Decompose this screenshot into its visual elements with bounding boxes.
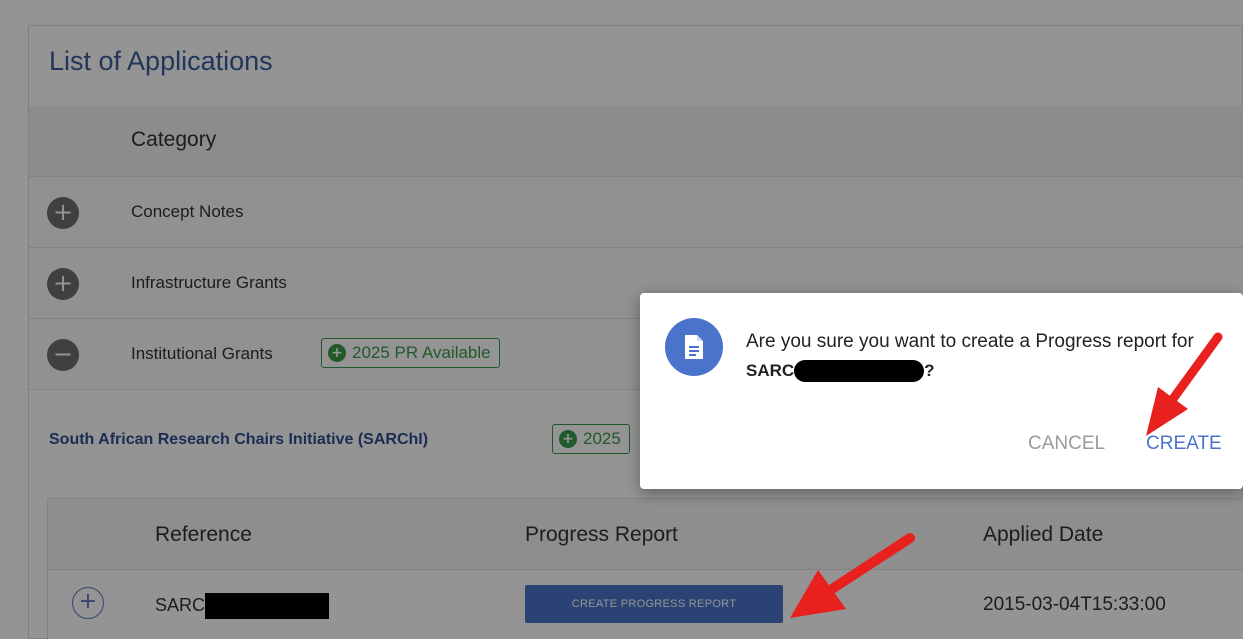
cancel-button[interactable]: CANCEL <box>1028 433 1105 455</box>
dialog-suffix: ? <box>924 361 935 380</box>
dialog-question: Are you sure you want to create a Progre… <box>746 331 1194 352</box>
create-button[interactable]: CREATE <box>1146 433 1222 455</box>
confirm-dialog: Are you sure you want to create a Progre… <box>640 293 1243 489</box>
redaction-bar <box>794 359 925 382</box>
dialog-message: Are you sure you want to create a Progre… <box>746 327 1243 385</box>
document-icon <box>665 318 723 376</box>
dialog-reference: SARC <box>746 361 795 380</box>
